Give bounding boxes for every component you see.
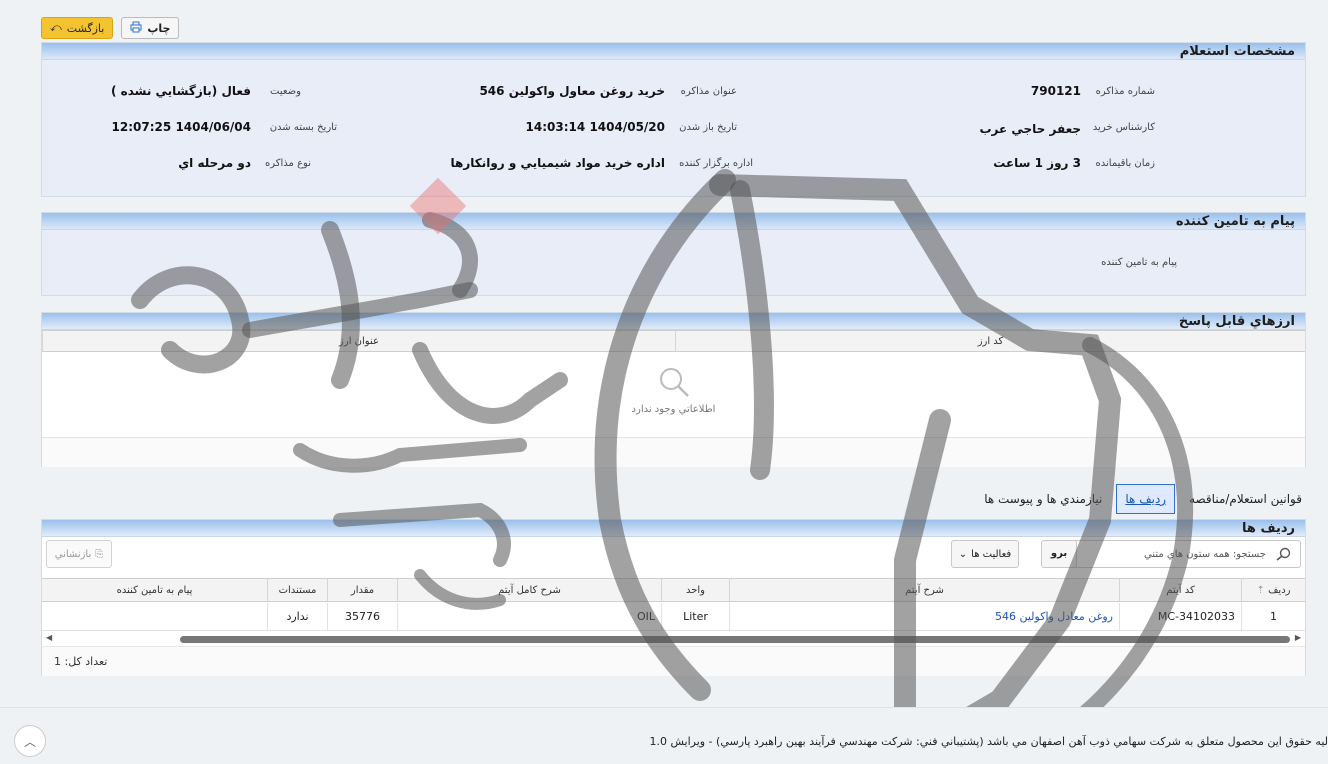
activities-button[interactable]: فعاليت ها ⌄ bbox=[951, 540, 1019, 568]
field-label: عنوان مذاکره bbox=[680, 86, 737, 97]
field-label: تاريخ باز شدن bbox=[679, 122, 737, 133]
field-label: شماره مذاکره bbox=[1095, 86, 1155, 97]
field-value: دو مرحله اي bbox=[178, 156, 251, 170]
specs-panel: مشخصات استعلام شماره مذاکره 790121 عنوان… bbox=[41, 42, 1306, 197]
row-index: 1 bbox=[1241, 603, 1305, 631]
rows-title: رديف ها bbox=[1242, 521, 1295, 536]
column-header[interactable]: پيام به تامين کننده bbox=[42, 579, 267, 602]
field-value: اداره خريد مواد شيميايي و روانكارها bbox=[450, 156, 666, 170]
total-count: تعداد کل: 1 bbox=[54, 655, 108, 668]
empty-text: اطلاعاتي وجود ندارد bbox=[631, 404, 716, 415]
printer-icon bbox=[130, 21, 142, 36]
footer-text: ليه حقوق اين محصول متعلق به شرکت سهامي ذ… bbox=[649, 735, 1328, 748]
activities-label: فعاليت ها bbox=[971, 548, 1012, 560]
field-value: جعفر حاجي عرب bbox=[979, 122, 1081, 136]
scroll-left-icon[interactable]: ◀ bbox=[46, 633, 52, 642]
field-value: 1404/06/04 12:07:25 bbox=[111, 120, 251, 134]
field-label: کارشناس خريد bbox=[1092, 122, 1155, 133]
message-label: پيام به تامين کننده bbox=[1101, 257, 1177, 268]
chevron-down-icon: ⌄ bbox=[958, 548, 968, 560]
item-full-desc: OIL bbox=[397, 603, 661, 631]
message-panel: پيام به تامين کننده پيام به تامين کننده bbox=[41, 212, 1306, 296]
search-box[interactable]: ▾ جستجو: همه ستون هاي متني bbox=[1043, 540, 1301, 568]
print-button-label: چاپ bbox=[147, 21, 171, 35]
column-header[interactable]: عنوان ارز bbox=[42, 331, 675, 352]
magnifier-icon bbox=[42, 365, 1305, 402]
column-header[interactable]: کد ارز bbox=[675, 331, 1305, 352]
column-header[interactable]: کد آيتم bbox=[1119, 579, 1241, 602]
rows-footer: تعداد کل: 1 bbox=[42, 646, 1305, 676]
field-value: 1404/05/20 14:03:14 bbox=[525, 120, 665, 134]
field-value: خريد روغن معاول واكولين 546 bbox=[479, 84, 665, 98]
item-unit: Liter bbox=[661, 603, 729, 631]
chevron-up-icon: ︿ bbox=[23, 734, 36, 749]
horizontal-scrollbar[interactable]: ◀ ▶ bbox=[42, 633, 1305, 645]
scroll-to-top-button[interactable]: ︿ bbox=[14, 725, 46, 757]
empty-state: اطلاعاتي وجود ندارد bbox=[42, 365, 1305, 415]
print-button[interactable]: چاپ bbox=[121, 17, 180, 39]
field-value: فعال (بازگشايي نشده ) bbox=[110, 84, 251, 98]
tab-bar: نيازمندي ها و پيوست ها رديف ها قوانين اس… bbox=[978, 484, 1308, 514]
item-docs: ندارد bbox=[267, 603, 327, 631]
rows-panel: رديف ها ▾ جستجو: همه ستون هاي متني برو ف… bbox=[41, 519, 1306, 676]
column-header[interactable]: مستندات bbox=[267, 579, 327, 602]
field-value: 3 روز 1 ساعت bbox=[993, 156, 1081, 170]
scrollbar-thumb[interactable] bbox=[180, 636, 1290, 643]
field-label: تاريخ بسته شدن bbox=[269, 122, 337, 133]
field-label: زمان باقيمانده bbox=[1095, 158, 1155, 169]
message-title: پيام به تامين کننده bbox=[1175, 214, 1295, 229]
toolbar: ⤺ بازگشت چاپ bbox=[41, 17, 180, 39]
go-button[interactable]: برو bbox=[1041, 540, 1077, 568]
search-input[interactable]: جستجو: همه ستون هاي متني bbox=[1144, 549, 1266, 560]
rows-grid-header: رديف ⇡ کد آيتم شرح آيتم واحد شرح کامل آي… bbox=[42, 578, 1305, 602]
search-icon[interactable] bbox=[1266, 547, 1300, 561]
specs-title: مشخصات استعلام bbox=[1179, 44, 1295, 59]
item-qty: 35776 bbox=[327, 603, 397, 631]
reset-label: بازنشاني bbox=[54, 548, 92, 560]
scroll-right-icon[interactable]: ▶ bbox=[1295, 633, 1301, 642]
field-label: وضعيت bbox=[270, 86, 301, 97]
column-header[interactable]: واحد bbox=[661, 579, 729, 602]
back-button[interactable]: ⤺ بازگشت bbox=[41, 17, 114, 39]
currencies-footer bbox=[42, 437, 1305, 467]
field-label: نوع مذاکره bbox=[265, 158, 311, 169]
item-code: MC-34102033 bbox=[1119, 603, 1241, 631]
field-label: اداره برگزار کننده bbox=[679, 158, 753, 169]
reset-button[interactable]: ⎘ بازنشاني bbox=[46, 540, 112, 568]
column-header[interactable]: شرح کامل آيتم bbox=[397, 579, 661, 602]
field-value: 790121 bbox=[1030, 84, 1081, 98]
sort-asc-icon: ⇡ bbox=[1256, 585, 1265, 596]
column-header[interactable]: شرح آيتم bbox=[729, 579, 1119, 602]
back-button-label: بازگشت bbox=[66, 21, 105, 35]
currencies-title: ارزهاي قابل پاسخ bbox=[1178, 314, 1295, 329]
table-row[interactable]: 1 MC-34102033 روغن معادل واكولين 546 Lit… bbox=[42, 603, 1305, 631]
undo-icon: ⤺ bbox=[50, 21, 62, 34]
item-msg bbox=[42, 603, 267, 631]
reset-icon: ⎘ bbox=[95, 548, 104, 560]
currencies-grid-header: کد ارز عنوان ارز bbox=[42, 330, 1305, 352]
currencies-panel: ارزهاي قابل پاسخ کد ارز عنوان ارز اطلاعا… bbox=[41, 312, 1306, 467]
tab-rows[interactable]: رديف ها bbox=[1116, 484, 1176, 514]
column-header-row[interactable]: رديف ⇡ bbox=[1241, 579, 1305, 602]
item-desc-link[interactable]: روغن معادل واكولين 546 bbox=[729, 603, 1119, 631]
column-header[interactable]: مقدار bbox=[327, 579, 397, 602]
page-footer: ليه حقوق اين محصول متعلق به شرکت سهامي ذ… bbox=[0, 707, 1328, 764]
tab-rules[interactable]: قوانين استعلام/مناقصه bbox=[1183, 489, 1308, 509]
tab-requirements[interactable]: نيازمندي ها و پيوست ها bbox=[978, 489, 1108, 509]
